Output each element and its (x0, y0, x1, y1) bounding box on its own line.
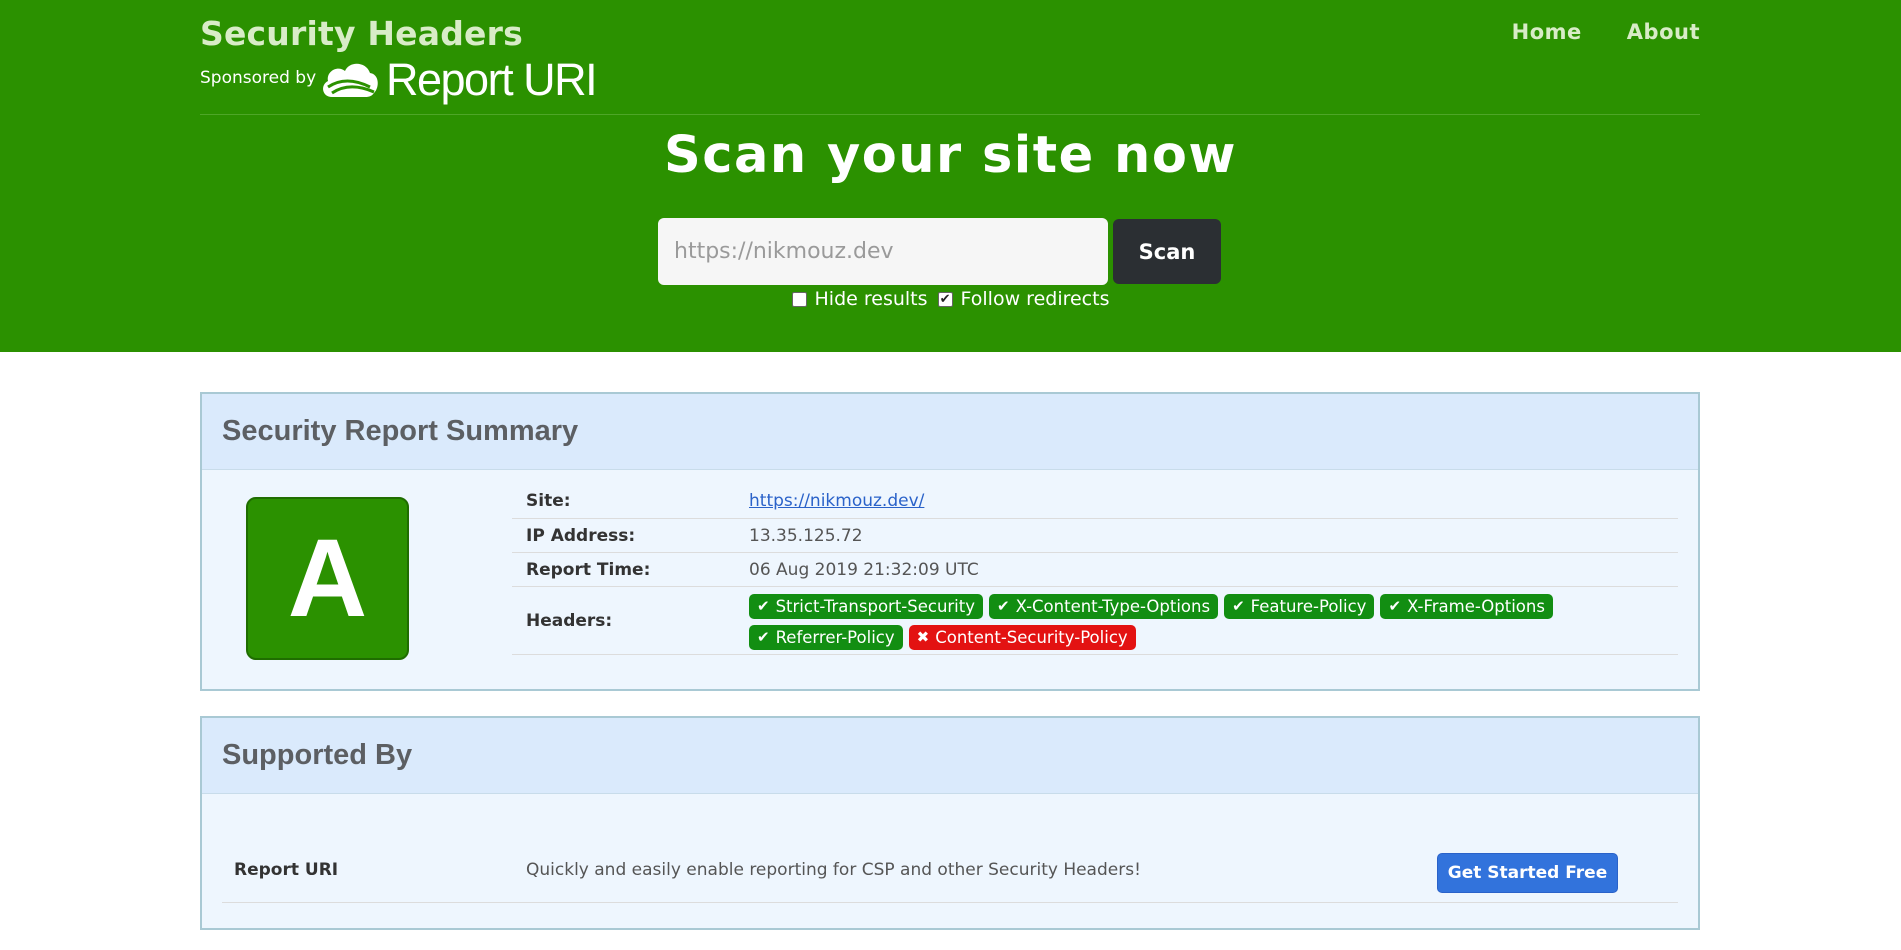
header-badge-strict-transport-security[interactable]: ✔ Strict-Transport-Security (749, 593, 984, 619)
hide-results-option[interactable]: Hide results (791, 288, 928, 310)
report-time-label: Report Time: (526, 559, 651, 580)
summary-title: Security Report Summary (222, 415, 579, 447)
supported-by-panel: Supported By Report URI Quickly and easi… (200, 716, 1700, 930)
scan-heading: Scan your site now (664, 126, 1237, 185)
header-badge-x-frame-options[interactable]: ✔ X-Frame-Options (1380, 593, 1553, 619)
header-badge-referrer-policy[interactable]: ✔ Referrer-Policy (749, 624, 903, 650)
sponsored-by-label: Sponsored by (200, 68, 317, 88)
logo-text: Report URI (386, 53, 598, 105)
ip-row: IP Address: 13.35.125.72 (512, 519, 1678, 553)
follow-redirects-label: Follow redirects (960, 288, 1110, 310)
badge-label: Referrer-Policy (775, 627, 895, 647)
ip-label: IP Address: (526, 525, 636, 546)
url-input[interactable] (658, 218, 1108, 285)
supported-title: Supported By (222, 739, 413, 771)
report-time-row: Report Time: 06 Aug 2019 21:32:09 UTC (512, 553, 1678, 587)
header-bar: Security Headers Sponsored by Report URI… (200, 0, 1700, 115)
ip-value: 13.35.125.72 (749, 525, 863, 546)
cloud-logo-icon (323, 63, 378, 97)
hide-results-label: Hide results (814, 288, 928, 310)
site-row: Site: https://nikmouz.dev/ (512, 484, 1678, 519)
follow-redirects-checkbox[interactable]: ✔ (937, 291, 953, 307)
get-started-free-button[interactable]: Get Started Free (1437, 853, 1618, 893)
summary-panel-header: Security Report Summary (202, 394, 1698, 470)
badge-label: X-Content-Type-Options (1015, 596, 1211, 616)
site-header: Security Headers Sponsored by Report URI… (0, 0, 1901, 352)
grade-badge: A (246, 497, 409, 660)
header-badges: ✔ Strict-Transport-Security ✔ X-Content-Ty… (749, 592, 1678, 650)
badge-label: Content-Security-Policy (935, 627, 1128, 647)
headers-row: Headers: ✔ Strict-Transport-Security ✔ X-C… (512, 587, 1678, 655)
check-icon: ✔ (997, 597, 1010, 615)
badge-label: Strict-Transport-Security (775, 596, 976, 616)
nav-about-link[interactable]: About (1627, 20, 1700, 44)
report-uri-logo[interactable]: Report URI (318, 52, 598, 106)
nav-home-link[interactable]: Home (1512, 20, 1582, 44)
scan-options: Hide results ✔ Follow redirects (0, 288, 1901, 310)
header-badge-x-content-type-options[interactable]: ✔ X-Content-Type-Options (989, 593, 1219, 619)
badge-label: Feature-Policy (1250, 596, 1367, 616)
site-link[interactable]: https://nikmouz.dev/ (749, 491, 924, 511)
check-icon: ✔ (1388, 597, 1402, 615)
check-icon: ✔ (757, 628, 770, 646)
cross-icon: ✖ (916, 628, 930, 646)
scan-form: Scan (658, 218, 1221, 285)
badge-label: X-Frame-Options (1407, 596, 1545, 616)
scan-button[interactable]: Scan (1113, 219, 1221, 284)
header-badge-feature-policy[interactable]: ✔ Feature-Policy (1224, 593, 1375, 619)
supported-panel-header: Supported By (202, 718, 1698, 794)
site-label: Site: (526, 491, 571, 511)
security-report-summary-panel: Security Report Summary A Site: https://… (200, 392, 1700, 691)
report-info-table: Site: https://nikmouz.dev/ IP Address: 1… (512, 484, 1678, 655)
headers-label: Headers: (526, 610, 613, 631)
top-nav: Home About (1512, 20, 1700, 44)
follow-redirects-option[interactable]: ✔ Follow redirects (937, 288, 1110, 310)
report-time-value: 06 Aug 2019 21:32:09 UTC (749, 559, 979, 580)
check-icon: ✔ (757, 597, 770, 615)
header-badge-content-security-policy[interactable]: ✖ Content-Security-Policy (908, 624, 1136, 650)
site-title[interactable]: Security Headers (200, 14, 523, 53)
sponsor-row: Report URI Quickly and easily enable rep… (222, 838, 1678, 903)
sponsor-name: Report URI (234, 860, 339, 880)
hide-results-checkbox[interactable] (791, 291, 807, 307)
check-icon: ✔ (1232, 597, 1245, 615)
